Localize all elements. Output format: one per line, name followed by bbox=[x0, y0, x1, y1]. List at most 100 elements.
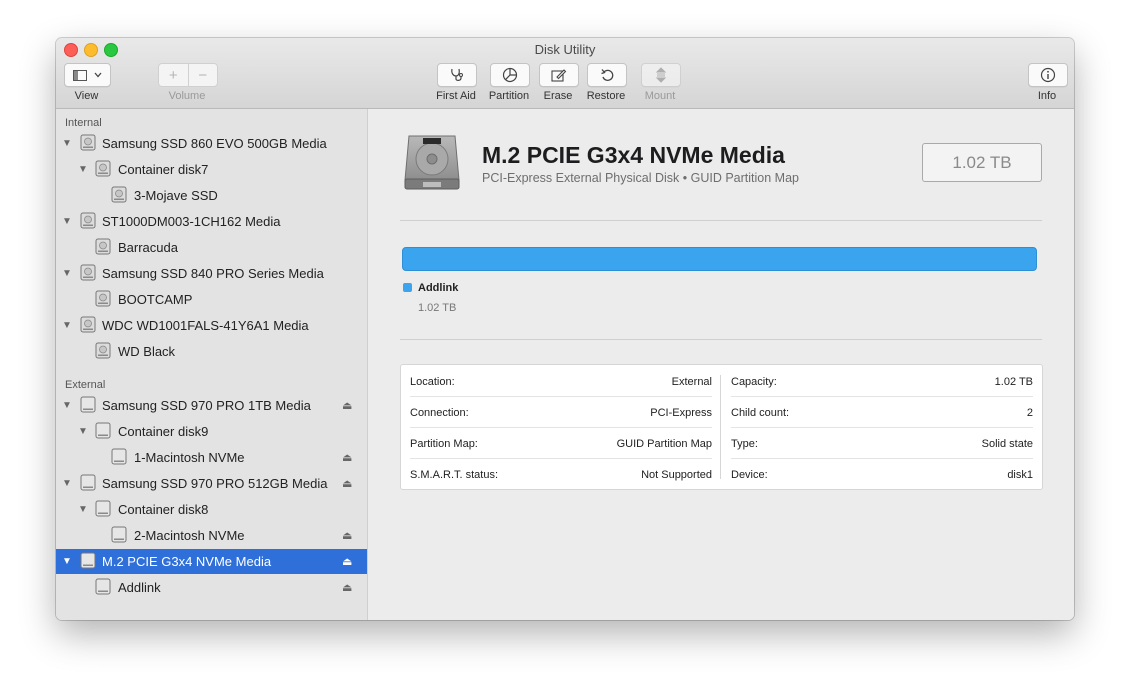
chevron-down-icon bbox=[94, 72, 102, 78]
restore-button[interactable] bbox=[587, 63, 627, 87]
sidebar-item[interactable]: ▼ Samsung SSD 970 PRO 1TB Media ⏏ bbox=[56, 393, 367, 418]
erase-button[interactable] bbox=[539, 63, 579, 87]
info-row-partition-map: Partition Map: GUID Partition Map bbox=[410, 428, 712, 459]
restore-arrow-icon bbox=[600, 68, 613, 81]
eject-icon[interactable]: ⏏ bbox=[342, 529, 352, 542]
disclosure-triangle-icon[interactable]: ▼ bbox=[62, 268, 72, 279]
hard-drive-icon bbox=[80, 212, 96, 229]
hard-disk-large-icon bbox=[404, 135, 460, 190]
divider bbox=[400, 220, 1042, 221]
sidebar-item-label: ST1000DM003-1CH162 Media bbox=[102, 214, 281, 229]
disclosure-triangle-icon[interactable]: ▼ bbox=[62, 478, 72, 489]
disclosure-triangle-icon[interactable]: ▼ bbox=[62, 320, 72, 331]
disclosure-triangle-icon[interactable]: ▼ bbox=[78, 164, 88, 175]
info-row-device: Device: disk1 bbox=[731, 459, 1033, 490]
view-button[interactable] bbox=[64, 63, 111, 87]
sidebar-item-label: Samsung SSD 860 EVO 500GB Media bbox=[102, 136, 327, 151]
info-label: Child count: bbox=[731, 406, 790, 419]
sidebar-item-label: Container disk7 bbox=[118, 162, 209, 177]
eject-icon[interactable]: ⏏ bbox=[342, 399, 352, 412]
drive-size-box: 1.02 TB bbox=[922, 143, 1042, 182]
sidebar-item[interactable]: ▼ Samsung SSD 970 PRO 512GB Media ⏏ bbox=[56, 471, 367, 496]
info-value: Solid state bbox=[981, 437, 1033, 450]
sidebar-item[interactable]: ▼ Container disk8 bbox=[56, 497, 367, 522]
sidebar-item-label: 1-Macintosh NVMe bbox=[134, 450, 245, 465]
external-drive-icon bbox=[95, 500, 111, 517]
pie-partition-icon bbox=[502, 67, 518, 83]
usage-bar bbox=[402, 247, 1037, 271]
info-icon bbox=[1040, 67, 1056, 83]
hard-drive-icon bbox=[111, 186, 127, 203]
sidebar-item[interactable]: 3-Mojave SSD bbox=[56, 183, 367, 208]
hard-drive-icon bbox=[80, 134, 96, 151]
info-row-location: Location: External bbox=[410, 366, 712, 397]
legend-swatch bbox=[403, 283, 412, 292]
info-table: Location: External Connection: PCI-Expre… bbox=[400, 364, 1043, 490]
info-label: Capacity: bbox=[731, 375, 777, 388]
sidebar-item[interactable]: ▼ Samsung SSD 840 PRO Series Media bbox=[56, 261, 367, 286]
sidebar-item[interactable]: ▼ WDC WD1001FALS-41Y6A1 Media bbox=[56, 313, 367, 338]
window-title: Disk Utility bbox=[534, 42, 596, 57]
sidebar-item[interactable]: Barracuda bbox=[56, 235, 367, 260]
external-drive-icon bbox=[111, 526, 127, 543]
sidebar-item[interactable]: 2-Macintosh NVMe ⏏ bbox=[56, 523, 367, 548]
add-volume-button[interactable]: + bbox=[159, 64, 188, 86]
hard-drive-icon bbox=[95, 238, 111, 255]
info-column-left: Location: External Connection: PCI-Expre… bbox=[401, 365, 721, 489]
sidebar-item[interactable]: Addlink ⏏ bbox=[56, 575, 367, 600]
sidebar-item[interactable]: ▼ Container disk9 bbox=[56, 419, 367, 444]
info-column-right: Capacity: 1.02 TB Child count: 2 Type: S… bbox=[722, 365, 1042, 489]
partition-button[interactable] bbox=[490, 63, 530, 87]
sidebar-item-label: M.2 PCIE G3x4 NVMe Media bbox=[102, 554, 272, 569]
sidebar-section-external: External bbox=[65, 379, 106, 391]
info-label: Partition Map: bbox=[410, 437, 478, 450]
sidebar-item[interactable]: BOOTCAMP bbox=[56, 287, 367, 312]
eject-icon[interactable]: ⏏ bbox=[342, 555, 352, 568]
sidebar-item[interactable]: ▼ Container disk7 bbox=[56, 157, 367, 182]
hard-drive-icon bbox=[95, 342, 111, 359]
restore-label: Restore bbox=[586, 90, 626, 102]
info-row-connection: Connection: PCI-Express bbox=[410, 397, 712, 428]
info-row-smart-status: S.M.A.R.T. status: Not Supported bbox=[410, 459, 712, 490]
info-button[interactable] bbox=[1028, 63, 1068, 87]
sidebar: Internal ▼ Samsung SSD 860 EVO 500GB Med… bbox=[56, 109, 368, 620]
disclosure-triangle-icon[interactable]: ▼ bbox=[62, 138, 72, 149]
sidebar-item[interactable]: ▼ ST1000DM003-1CH162 Media bbox=[56, 209, 367, 234]
erase-pencil-icon bbox=[551, 68, 567, 82]
volume-segmented-control[interactable]: + − bbox=[158, 63, 218, 87]
external-drive-icon bbox=[80, 396, 96, 413]
sidebar-item[interactable]: ▼ Samsung SSD 860 EVO 500GB Media bbox=[56, 131, 367, 156]
mount-button[interactable] bbox=[641, 63, 681, 87]
disclosure-triangle-icon[interactable]: ▼ bbox=[62, 400, 72, 411]
disclosure-triangle-icon[interactable]: ▼ bbox=[78, 504, 88, 515]
sidebar-item-label: Samsung SSD 840 PRO Series Media bbox=[102, 266, 324, 281]
info-row-capacity: Capacity: 1.02 TB bbox=[731, 366, 1033, 397]
legend-volume-size: 1.02 TB bbox=[418, 302, 457, 314]
eject-icon[interactable]: ⏏ bbox=[342, 451, 352, 464]
sidebar-item-label: Barracuda bbox=[118, 240, 178, 255]
sidebar-item-label: Samsung SSD 970 PRO 512GB Media bbox=[102, 476, 328, 491]
eject-icon[interactable]: ⏏ bbox=[342, 477, 352, 490]
eject-icon[interactable]: ⏏ bbox=[342, 581, 352, 594]
sidebar-item[interactable]: WD Black bbox=[56, 339, 367, 364]
mount-label: Mount bbox=[644, 90, 676, 102]
info-value: External bbox=[671, 375, 712, 388]
drive-title: M.2 PCIE G3x4 NVMe Media bbox=[482, 142, 785, 168]
sidebar-item-selected[interactable]: ▼ M.2 PCIE G3x4 NVMe Media ⏏ bbox=[56, 549, 367, 574]
hard-drive-icon bbox=[80, 264, 96, 281]
sidebar-item-label: 3-Mojave SSD bbox=[134, 188, 218, 203]
disclosure-triangle-icon[interactable]: ▼ bbox=[78, 426, 88, 437]
first-aid-button[interactable] bbox=[437, 63, 477, 87]
drive-subtitle: PCI-Express External Physical Disk • GUI… bbox=[482, 171, 799, 185]
external-drive-icon bbox=[95, 422, 111, 439]
disclosure-triangle-icon[interactable]: ▼ bbox=[62, 556, 72, 567]
hard-drive-icon bbox=[80, 316, 96, 333]
info-value: disk1 bbox=[1007, 468, 1033, 481]
mount-icon bbox=[655, 67, 667, 83]
remove-volume-button[interactable]: − bbox=[187, 64, 218, 86]
external-drive-icon bbox=[80, 552, 96, 569]
sidebar-item[interactable]: 1-Macintosh NVMe ⏏ bbox=[56, 445, 367, 470]
sidebar-item-label: WD Black bbox=[118, 344, 176, 359]
hard-drive-icon bbox=[95, 290, 111, 307]
disclosure-triangle-icon[interactable]: ▼ bbox=[62, 216, 72, 227]
